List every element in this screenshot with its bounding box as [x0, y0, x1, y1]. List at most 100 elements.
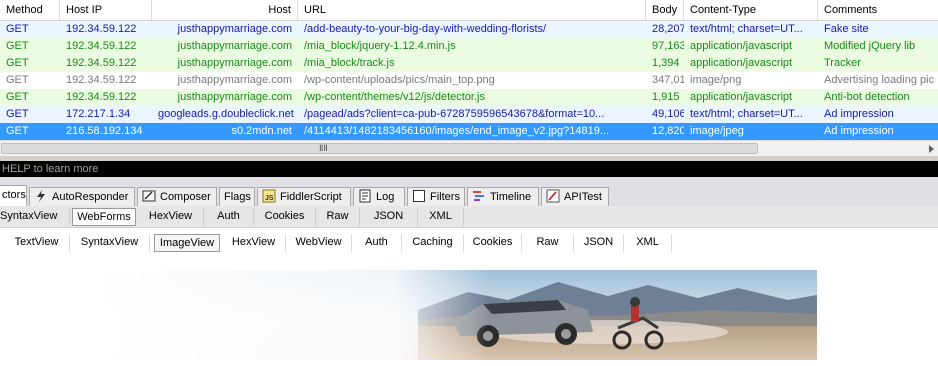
- row-url: /mia_block/jquery-1.12.4.min.js: [304, 40, 456, 52]
- row-host-ip: 172.217.1.34: [66, 108, 131, 120]
- row-body: 1,915: [652, 91, 680, 103]
- response-view-syntaxview[interactable]: SyntaxView: [70, 234, 150, 252]
- response-view-auth[interactable]: Auth: [352, 234, 402, 252]
- col-url-header[interactable]: URL: [298, 0, 646, 20]
- col-host-header[interactable]: Host: [152, 0, 298, 20]
- row-url: /wp-content/uploads/pics/main_top.png: [304, 74, 495, 86]
- panel-splitter[interactable]: [0, 177, 938, 185]
- response-view-caching[interactable]: Caching: [402, 234, 464, 252]
- row-content-type: text/html; charset=UT...: [690, 23, 803, 35]
- js-icon: JS: [262, 189, 276, 203]
- request-view-auth[interactable]: Auth: [204, 208, 254, 226]
- tab-autoresponder[interactable]: AutoResponder: [29, 187, 135, 206]
- tab-composer[interactable]: Composer: [137, 187, 217, 206]
- session-row[interactable]: GET 192.34.59.122 justhappymarriage.com …: [0, 72, 938, 89]
- request-view-raw[interactable]: Raw: [316, 208, 360, 226]
- row-method: GET: [6, 23, 29, 35]
- quickexec-hint: HELP to learn more: [2, 163, 99, 175]
- request-view-xml[interactable]: XML: [418, 208, 464, 226]
- tab-flags[interactable]: Flags: [219, 187, 255, 206]
- response-view-cookies[interactable]: Cookies: [464, 234, 522, 252]
- request-view-cookies[interactable]: Cookies: [254, 208, 316, 226]
- row-method: GET: [6, 108, 29, 120]
- image-view-pane: [0, 254, 938, 366]
- row-content-type: image/png: [690, 74, 742, 86]
- session-row[interactable]: GET 192.34.59.122 justhappymarriage.com …: [0, 55, 938, 72]
- row-content-type: application/javascript: [690, 57, 793, 69]
- tab-inspectors[interactable]: ctors: [0, 185, 27, 207]
- row-method: GET: [6, 91, 29, 103]
- tab-label: Log: [376, 191, 395, 203]
- tab-label: Filters: [430, 191, 460, 203]
- row-url: /pagead/ads?client=ca-pub-67287595965436…: [304, 108, 605, 120]
- row-host: googleads.g.doubleclick.net: [158, 108, 294, 120]
- response-view-tabs: TextView SyntaxView ImageView HexView We…: [0, 232, 938, 254]
- tab-log[interactable]: Log: [353, 187, 405, 206]
- composer-icon: [142, 190, 156, 202]
- row-body: 12,820: [652, 125, 684, 137]
- response-view-xml[interactable]: XML: [624, 234, 672, 252]
- row-method: GET: [6, 125, 29, 137]
- row-host: justhappymarriage.com: [177, 40, 292, 52]
- row-body: 49,106: [652, 108, 684, 120]
- session-row[interactable]: GET 192.34.59.122 justhappymarriage.com …: [0, 89, 938, 106]
- row-url: /mia_block/track.js: [304, 57, 395, 69]
- timeline-icon: [473, 191, 484, 201]
- request-view-json[interactable]: JSON: [360, 208, 418, 226]
- tab-label: AutoResponder: [52, 191, 129, 203]
- row-method: GET: [6, 57, 29, 69]
- col-contenttype-header[interactable]: Content-Type: [684, 0, 818, 20]
- request-view-hexview[interactable]: HexView: [138, 208, 204, 226]
- row-comment: Anti-bot detection: [824, 91, 910, 103]
- row-body: 97,163: [652, 40, 684, 52]
- row-host-ip: 192.34.59.122: [66, 91, 137, 103]
- row-content-type: text/html; charset=UT...: [690, 108, 803, 120]
- tab-label: Composer: [160, 191, 211, 203]
- horizontal-scrollbar[interactable]: ⅡⅡ: [0, 140, 938, 156]
- scroll-thumb[interactable]: ⅡⅡ: [1, 143, 758, 154]
- col-method-header[interactable]: Method: [0, 0, 60, 20]
- ad-image-preview: [88, 270, 817, 360]
- row-host-ip: 192.34.59.122: [66, 74, 137, 86]
- tab-label: Timeline: [490, 191, 532, 203]
- col-hostip-header[interactable]: Host IP: [60, 0, 152, 20]
- col-body-header[interactable]: Body: [646, 0, 684, 20]
- request-view-syntaxview[interactable]: SyntaxView: [0, 208, 70, 226]
- session-row-selected[interactable]: GET 216.58.192.134 s0.2mdn.net /4114413/…: [0, 123, 938, 140]
- response-view-hexview[interactable]: HexView: [222, 234, 286, 252]
- inspector-tabs: ctors AutoResponder Composer Flags JS Fid…: [0, 185, 938, 207]
- response-view-json[interactable]: JSON: [574, 234, 624, 252]
- grid-header: Method Host IP Host URL Body Content-Typ…: [0, 0, 938, 21]
- row-host-ip: 192.34.59.122: [66, 57, 137, 69]
- quickexec-bar[interactable]: HELP to learn more: [0, 161, 938, 177]
- row-method: GET: [6, 40, 29, 52]
- row-comment: Ad impression: [824, 108, 894, 120]
- log-icon: [359, 189, 371, 203]
- svg-text:JS: JS: [265, 195, 274, 202]
- session-grid: Method Host IP Host URL Body Content-Typ…: [0, 0, 938, 156]
- row-url: /add-beauty-to-your-big-day-with-wedding…: [304, 23, 547, 35]
- row-host: justhappymarriage.com: [177, 91, 292, 103]
- request-view-webforms[interactable]: WebForms: [72, 208, 136, 226]
- session-row[interactable]: GET 192.34.59.122 justhappymarriage.com …: [0, 21, 938, 38]
- apitest-icon: [546, 189, 560, 203]
- row-host: justhappymarriage.com: [177, 23, 292, 35]
- response-view-imageview[interactable]: ImageView: [154, 234, 220, 252]
- row-method: GET: [6, 74, 29, 86]
- row-body: 1,394: [652, 57, 680, 69]
- col-comments-header[interactable]: Comments: [818, 0, 938, 20]
- response-view-textview[interactable]: TextView: [4, 234, 70, 252]
- row-comment: Fake site: [824, 23, 869, 35]
- tab-apitest[interactable]: APITest: [541, 187, 609, 206]
- tab-fiddlerscript[interactable]: JS FiddlerScript: [257, 187, 351, 206]
- response-view-raw[interactable]: Raw: [522, 234, 574, 252]
- scroll-right-arrow-icon[interactable]: [926, 143, 936, 155]
- session-row[interactable]: GET 192.34.59.122 justhappymarriage.com …: [0, 38, 938, 55]
- tab-label: APITest: [564, 191, 602, 203]
- response-view-webview[interactable]: WebView: [286, 234, 352, 252]
- tab-timeline[interactable]: Timeline: [467, 187, 539, 206]
- checkbox-icon: [413, 190, 425, 202]
- session-row[interactable]: GET 172.217.1.34 googleads.g.doubleclick…: [0, 106, 938, 123]
- row-host: justhappymarriage.com: [177, 57, 292, 69]
- tab-filters[interactable]: Filters: [407, 187, 465, 206]
